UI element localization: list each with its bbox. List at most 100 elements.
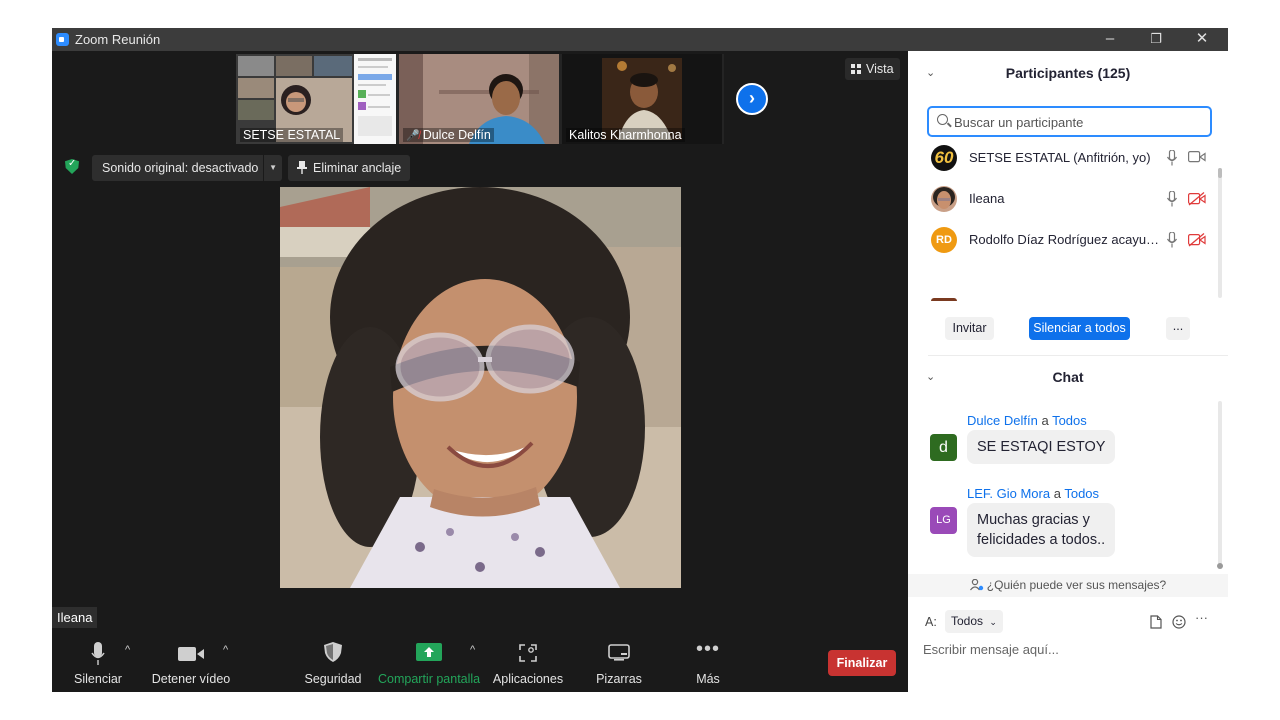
share-screen-button[interactable]: Compartir pantalla <box>378 632 480 692</box>
apps-icon <box>519 644 537 662</box>
end-meeting-button[interactable]: Finalizar <box>828 650 896 676</box>
stop-video-label: Detener vídeo <box>151 672 231 686</box>
minimize-button[interactable]: – <box>1087 28 1133 51</box>
active-speaker-name: Ileana <box>52 607 98 628</box>
more-dots-icon: ••• <box>695 638 721 660</box>
chevron-down-icon: ⌄ <box>989 617 997 627</box>
participant-name: Ileana <box>969 191 1005 206</box>
mute-button[interactable]: Silenciar <box>68 632 128 692</box>
unpin-button[interactable]: Eliminar anclaje <box>288 155 411 181</box>
message-sender[interactable]: LEF. Gio Mora <box>967 486 1050 501</box>
participant-thumbnail[interactable]: SETSE ESTATAL <box>236 54 396 144</box>
close-button[interactable]: ✕ <box>1179 28 1225 51</box>
chat-header: ⌄ Chat <box>908 363 1228 391</box>
participant-avatar <box>931 186 957 212</box>
recipient-select[interactable]: Todos ⌄ <box>945 610 1003 633</box>
share-options-caret-icon[interactable]: ^ <box>470 644 475 656</box>
mute-label: Silenciar <box>74 672 122 686</box>
message-avatar: d <box>930 434 957 461</box>
participant-search[interactable] <box>927 106 1212 137</box>
security-button[interactable]: Seguridad <box>302 632 364 692</box>
message-connector: a <box>1041 413 1049 428</box>
window-title: Zoom Reunión <box>75 32 161 47</box>
message-recipient[interactable]: Todos <box>1064 486 1099 501</box>
search-icon <box>937 114 948 125</box>
caret-down-icon[interactable]: ▼ <box>269 155 277 181</box>
video-options-caret-icon[interactable]: ^ <box>223 644 228 656</box>
participant-thumbnail[interactable]: Kalitos Kharmhonna <box>562 54 722 144</box>
thumbnail-name: 🎤̸ Dulce Delfín <box>403 128 494 142</box>
stop-video-button[interactable]: Detener vídeo <box>150 632 232 692</box>
side-panel: ⌄ Participantes (125) 60 SETSE ESTATAL (… <box>908 51 1228 692</box>
participants-title: Participantes (125) <box>1005 65 1131 81</box>
participant-thumbnail[interactable]: 🎤̸ Dulce Delfín <box>399 54 559 144</box>
meeting-toolbar: Silenciar ^ Detener vídeo ^ Seguridad Co… <box>52 632 908 692</box>
message-recipient[interactable]: Todos <box>1052 413 1087 428</box>
video-camera-icon[interactable] <box>1188 151 1206 163</box>
chevron-down-icon[interactable]: ⌄ <box>926 363 935 391</box>
participant-avatar-image <box>933 187 955 209</box>
share-screen-label: Compartir pantalla <box>378 672 481 686</box>
person-eye-icon <box>969 578 983 591</box>
participant-search-input[interactable] <box>954 112 1204 132</box>
audio-options-caret-icon[interactable]: ^ <box>125 644 130 656</box>
message-bubble: Muchas gracias y felicidades a todos.. <box>967 503 1116 557</box>
message-connector: a <box>1053 486 1061 501</box>
video-area: SETSE ESTATAL 🎤̸ Dulce Delfín Kalitos Kh… <box>52 51 908 692</box>
microphone-icon[interactable] <box>1167 232 1177 248</box>
apps-button[interactable]: Aplicaciones <box>490 632 566 692</box>
apps-label: Aplicaciones <box>492 672 564 686</box>
message-text-line: felicidades a todos.. <box>977 532 1106 548</box>
next-page-button[interactable]: › <box>736 83 768 115</box>
message-bubble: SE ESTAQI ESTOY <box>967 430 1116 464</box>
zoom-app-icon <box>56 33 69 46</box>
file-icon[interactable] <box>1150 615 1162 629</box>
participant-row[interactable]: 60 SETSE ESTATAL (Anfitrión, yo) <box>908 138 1220 179</box>
participants-header: ⌄ Participantes (125) <box>908 59 1228 87</box>
participants-more-button[interactable]: ... <box>1166 317 1190 340</box>
message-privacy-bar[interactable]: ¿Quién puede ver sus mensajes? <box>908 574 1228 597</box>
participant-row[interactable]: Ileana <box>908 179 1220 220</box>
message-input[interactable] <box>923 638 1213 660</box>
mute-all-button[interactable]: Silenciar a todos <box>1029 317 1130 340</box>
message-sender[interactable]: Dulce Delfín <box>967 413 1038 428</box>
more-button[interactable]: ••• Más <box>682 632 734 692</box>
chat-scrollbar[interactable] <box>1217 401 1223 569</box>
security-shield-icon <box>324 642 342 662</box>
share-screen-icon <box>416 643 442 661</box>
whiteboards-label: Pizarras <box>596 672 642 686</box>
microphone-icon[interactable] <box>1167 150 1177 166</box>
chevron-down-icon[interactable]: ⌄ <box>926 59 935 87</box>
invite-button[interactable]: Invitar <box>945 317 994 340</box>
video-off-icon[interactable] <box>1188 192 1206 206</box>
divider <box>263 155 264 181</box>
emoji-icon[interactable] <box>1172 615 1186 629</box>
participant-avatar: RD <box>931 227 957 253</box>
microphone-icon <box>91 642 105 665</box>
more-label: Más <box>696 672 720 686</box>
participant-avatar: 60 <box>931 145 957 171</box>
title-bar: Zoom Reunión – ❐ ✕ <box>52 28 1228 51</box>
restore-button[interactable]: ❐ <box>1133 28 1179 51</box>
video-off-icon[interactable] <box>1188 233 1206 247</box>
view-button[interactable]: Vista <box>845 58 900 80</box>
speaker-video-image <box>280 187 681 588</box>
whiteboards-button[interactable]: Pizarras <box>590 632 648 692</box>
view-label: Vista <box>866 62 894 76</box>
original-sound-button[interactable]: Sonido original: desactivado ▼ <box>92 155 282 181</box>
participant-row[interactable]: RD Rodolfo Díaz Rodríguez acayucan <box>908 220 1220 261</box>
zoom-window: Zoom Reunión – ❐ ✕ SETSE ESTATAL 🎤̸ Dulc… <box>52 28 1228 692</box>
chevron-right-icon: › <box>749 88 755 108</box>
microphone-icon[interactable] <box>1167 191 1177 207</box>
whiteboard-icon <box>608 644 630 661</box>
encryption-shield-icon[interactable] <box>65 159 79 174</box>
chat-more-button[interactable]: ··· <box>1195 610 1208 625</box>
muted-mic-icon: 🎤̸ <box>406 130 420 142</box>
gallery-strip: SETSE ESTATAL 🎤̸ Dulce Delfín Kalitos Kh… <box>236 54 724 144</box>
unpin-label: Eliminar anclaje <box>313 161 402 175</box>
participants-scrollbar[interactable] <box>1218 168 1222 298</box>
thumbnail-name: Kalitos Kharmhonna <box>566 128 685 142</box>
main-video[interactable] <box>280 187 681 588</box>
message-header: LEF. Gio Mora a Todos <box>967 486 1099 501</box>
recipient-value: Todos <box>951 614 984 628</box>
